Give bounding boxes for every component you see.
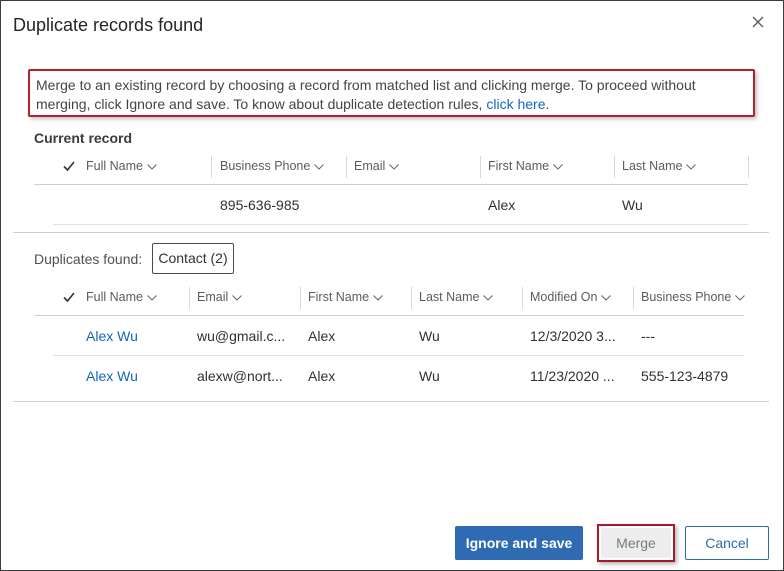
chevron-down-icon: [314, 163, 325, 170]
chevron-down-icon: [601, 294, 612, 301]
dialog-title: Duplicate records found: [13, 15, 204, 35]
chevron-down-icon: [389, 163, 400, 170]
col-full-name[interactable]: Full Name: [86, 285, 157, 309]
cell-first-name: Alex: [308, 368, 336, 384]
duplicate-rules-link[interactable]: click here: [486, 96, 545, 112]
cell-last-name: Wu: [622, 197, 643, 213]
chevron-down-icon: [232, 294, 243, 301]
col-first-name[interactable]: First Name: [488, 154, 563, 178]
duplicates-header: Full Name Email First Name Last Name Mod…: [1, 285, 784, 315]
col-last-name[interactable]: Last Name: [419, 285, 494, 309]
close-icon[interactable]: [749, 13, 767, 31]
current-record-row[interactable]: 895-636-985 Alex Wu: [1, 197, 784, 217]
table-row[interactable]: Alex Wu alexw@nort... Alex Wu 11/23/2020…: [1, 368, 784, 388]
chevron-down-icon: [686, 163, 697, 170]
cell-first-name: Alex: [488, 197, 516, 213]
cell-modified-on: 11/23/2020 ...: [530, 368, 615, 384]
ignore-and-save-button[interactable]: Ignore and save: [455, 526, 583, 560]
col-email[interactable]: Email: [197, 285, 243, 309]
cell-first-name: Alex: [308, 328, 336, 344]
col-business-phone[interactable]: Business Phone: [641, 285, 746, 309]
chevron-down-icon: [735, 294, 746, 301]
current-record-label: Current record: [34, 130, 133, 146]
col-modified-on[interactable]: Modified On: [530, 285, 612, 309]
cell-modified-on: 12/3/2020 3...: [530, 328, 616, 344]
col-full-name[interactable]: Full Name: [86, 154, 157, 178]
duplicates-found-label: Duplicates found:: [34, 251, 143, 267]
cancel-button[interactable]: Cancel: [685, 526, 769, 560]
cell-business-phone: 895-636-985: [220, 197, 300, 213]
cell-full-name-link[interactable]: Alex Wu: [86, 368, 138, 384]
tab-contact[interactable]: Contact (2): [152, 243, 234, 274]
duplicate-records-dialog: Duplicate records found Merge to an exis…: [0, 0, 784, 571]
col-first-name[interactable]: First Name: [308, 285, 383, 309]
chevron-down-icon: [373, 294, 383, 301]
notice-text: Merge to an existing record by choosing …: [36, 77, 696, 112]
cell-business-phone: 555-123-4879: [641, 368, 729, 384]
cell-business-phone: ---: [641, 328, 655, 344]
select-all-check-icon[interactable]: [62, 290, 76, 304]
current-record-header: Full Name Business Phone Email First Nam…: [1, 154, 784, 184]
cell-email: alexw@nort...: [197, 368, 283, 384]
col-business-phone[interactable]: Business Phone: [220, 154, 325, 178]
notice-end: .: [545, 96, 550, 112]
cell-full-name-link[interactable]: Alex Wu: [86, 328, 138, 344]
chevron-down-icon: [147, 163, 157, 170]
duplicate-notice: Merge to an existing record by choosing …: [28, 69, 755, 117]
chevron-down-icon: [483, 294, 494, 301]
col-email[interactable]: Email: [354, 154, 400, 178]
table-row[interactable]: Alex Wu wu@gmail.c... Alex Wu 12/3/2020 …: [1, 328, 784, 348]
cell-last-name: Wu: [419, 368, 440, 384]
col-last-name[interactable]: Last Name: [622, 154, 697, 178]
merge-button[interactable]: Merge: [601, 528, 671, 558]
chevron-down-icon: [147, 294, 157, 301]
chevron-down-icon: [553, 163, 563, 170]
cell-last-name: Wu: [419, 328, 440, 344]
select-all-check-icon[interactable]: [62, 159, 76, 173]
cell-email: wu@gmail.c...: [197, 328, 286, 344]
